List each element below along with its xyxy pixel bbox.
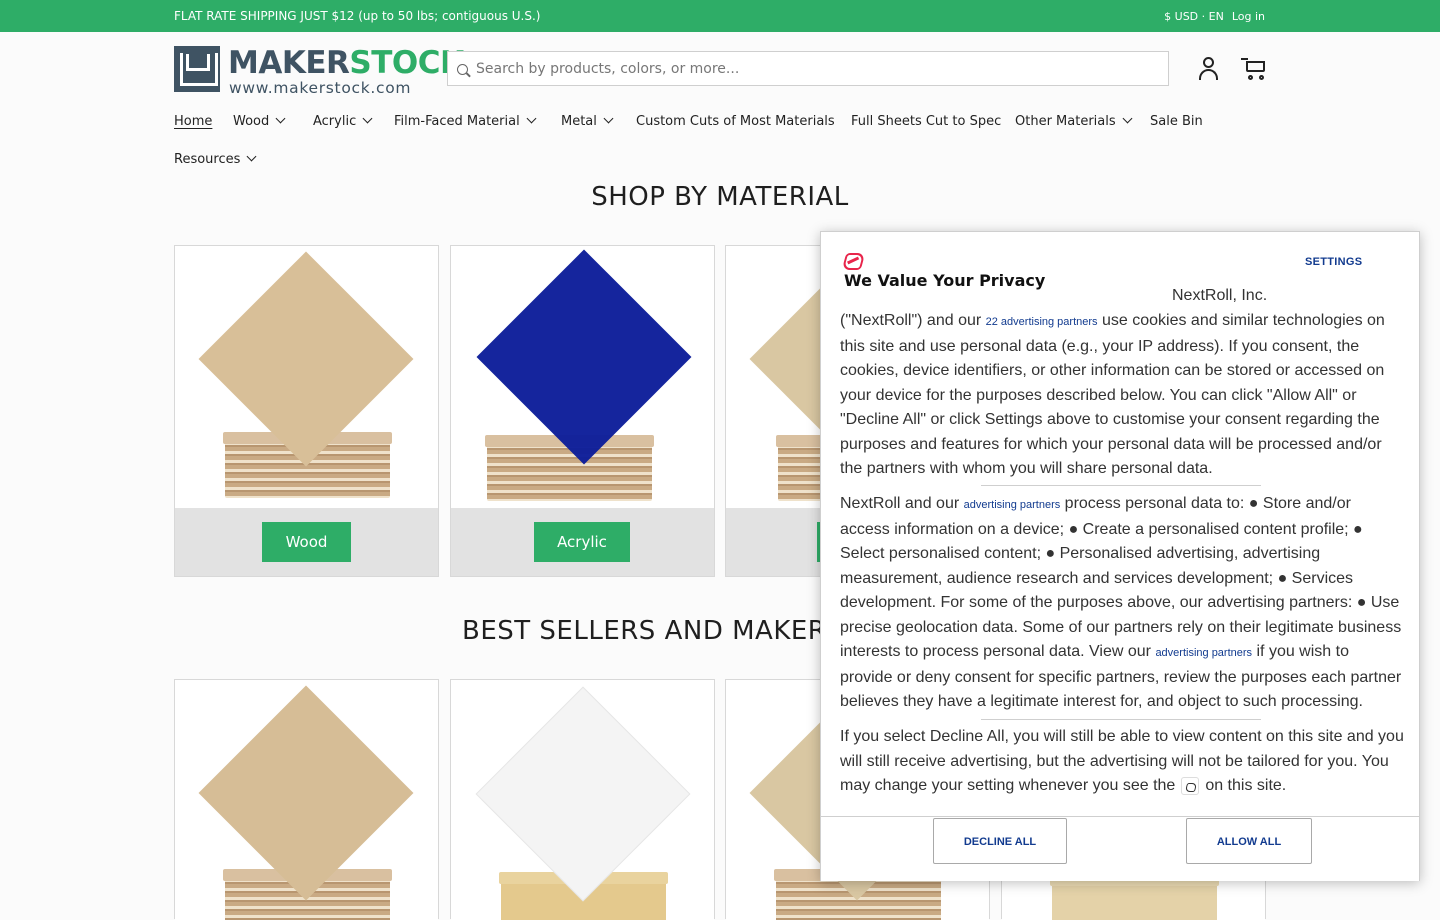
acrylic-button[interactable]: Acrylic (534, 522, 630, 562)
nextroll-badge-icon (1181, 776, 1200, 795)
login-link[interactable]: Log in (1232, 10, 1265, 23)
nav-label: Acrylic (313, 114, 357, 129)
announcement-right: $ USD · EN Log in (1164, 10, 1265, 23)
company-name: NextRoll, Inc. (1172, 287, 1268, 304)
divider (981, 719, 1261, 720)
currency-selector[interactable]: $ USD · EN (1164, 10, 1224, 23)
cart-wheel (1259, 75, 1264, 80)
nav-label: Metal (561, 114, 597, 129)
logo-wordmark: MAKERSTOCK (228, 46, 464, 80)
nav-item-sale-bin[interactable]: Sale Bin (1150, 114, 1203, 129)
nav-item-film-faced[interactable]: Film-Faced Material (394, 113, 537, 129)
search-bar (447, 51, 1169, 86)
advertising-partners-link[interactable]: advertising partners (964, 499, 1061, 511)
paragraph-text: NextRoll and our (840, 495, 964, 512)
shop-by-material-title: SHOP BY MATERIAL (591, 182, 849, 212)
cart-basket (1246, 61, 1265, 72)
divider (981, 485, 1261, 486)
card-footer: Acrylic (451, 508, 714, 576)
product-card[interactable] (174, 679, 439, 920)
logo-url: www.makerstock.com (229, 79, 412, 97)
site-header: MAKERSTOCK www.makerstock.com Home Wood … (0, 32, 1440, 177)
nav-item-acrylic[interactable]: Acrylic (313, 113, 373, 129)
nav-label: Home (174, 114, 213, 129)
product-card[interactable] (450, 679, 715, 920)
paragraph-text: ("NextRoll") and our (840, 312, 986, 329)
logo-mark-icon (174, 46, 220, 92)
advertising-partners-link[interactable]: 22 advertising partners (986, 316, 1098, 328)
logo-maker: MAKER (228, 45, 350, 81)
privacy-paragraph-3: If you select Decline All, you will stil… (840, 725, 1405, 799)
acrylic-sheet (476, 249, 692, 465)
nav-item-other-materials[interactable]: Other Materials (1015, 113, 1133, 129)
privacy-paragraph-2: NextRoll and our advertising partners pr… (840, 492, 1405, 715)
settings-link[interactable]: SETTINGS (1305, 256, 1362, 268)
site-logo[interactable]: MAKERSTOCK www.makerstock.com (174, 46, 464, 97)
nextroll-logo-icon (843, 252, 863, 269)
plywood-stand (1050, 874, 1219, 920)
chevron-down-icon (362, 113, 373, 124)
search-input[interactable] (476, 52, 1156, 85)
allow-all-button[interactable]: ALLOW ALL (1186, 818, 1312, 864)
advertising-partners-link[interactable]: advertising partners (1155, 647, 1252, 659)
announcement-bar: FLAT RATE SHIPPING JUST $12 (up to 50 lb… (0, 0, 1440, 32)
card-footer: Wood (175, 508, 438, 576)
chevron-down-icon (246, 151, 257, 162)
product-image (175, 246, 438, 508)
material-card-wood[interactable]: Wood (174, 245, 439, 577)
cart-handle (1241, 58, 1248, 60)
decline-all-button[interactable]: DECLINE ALL (933, 818, 1067, 864)
paragraph-text: on this site. (1205, 777, 1287, 794)
nav-item-home[interactable]: Home (174, 114, 212, 129)
product-image (451, 680, 714, 920)
nav-label: Film-Faced Material (394, 114, 520, 129)
shipping-message: FLAT RATE SHIPPING JUST $12 (up to 50 lb… (174, 9, 541, 23)
material-card-acrylic[interactable]: Acrylic (450, 245, 715, 577)
chevron-down-icon (275, 113, 286, 124)
wood-button[interactable]: Wood (262, 522, 351, 562)
white-acrylic-sheet (475, 686, 691, 902)
account-head (1203, 57, 1214, 68)
consent-footer: DECLINE ALL ALLOW ALL (821, 816, 1419, 881)
privacy-paragraph-1: ("NextRoll") and our 22 advertising part… (840, 309, 1405, 482)
paragraph-text: process personal data to: ● Store and/or… (840, 495, 1402, 660)
paragraph-text: If you select Decline All, you will stil… (840, 728, 1404, 794)
cart-icon[interactable] (1241, 56, 1269, 82)
nav-label: Resources (174, 152, 241, 167)
nav-item-resources[interactable]: Resources (174, 151, 257, 167)
privacy-title: We Value Your Privacy (844, 271, 1046, 290)
nav-label: Other Materials (1015, 114, 1116, 129)
nav-item-full-sheets[interactable]: Full Sheets Cut to Spec (851, 114, 1001, 129)
account-icon[interactable] (1196, 56, 1222, 82)
product-image (175, 680, 438, 920)
chevron-down-icon (1122, 113, 1133, 124)
nav-label: Wood (233, 114, 270, 129)
paragraph-text: use cookies and similar technologies on … (840, 312, 1385, 477)
privacy-consent-dialog: We Value Your Privacy SETTINGS NextRoll,… (820, 231, 1420, 881)
nav-item-metal[interactable]: Metal (561, 113, 614, 129)
chevron-down-icon (603, 113, 614, 124)
nav-item-custom-cuts[interactable]: Custom Cuts of Most Materials (636, 114, 835, 129)
search-icon[interactable] (457, 64, 468, 75)
nav-label: Sale Bin (1150, 114, 1203, 129)
nav-item-wood[interactable]: Wood (233, 113, 286, 129)
chevron-down-icon (526, 113, 537, 124)
product-image (451, 246, 714, 508)
nav-label: Custom Cuts of Most Materials (636, 114, 835, 129)
nav-label: Full Sheets Cut to Spec (851, 114, 1002, 129)
best-sellers-title: BEST SELLERS AND MAKER (462, 616, 827, 646)
account-body (1199, 69, 1218, 80)
cart-wheel (1248, 75, 1253, 80)
